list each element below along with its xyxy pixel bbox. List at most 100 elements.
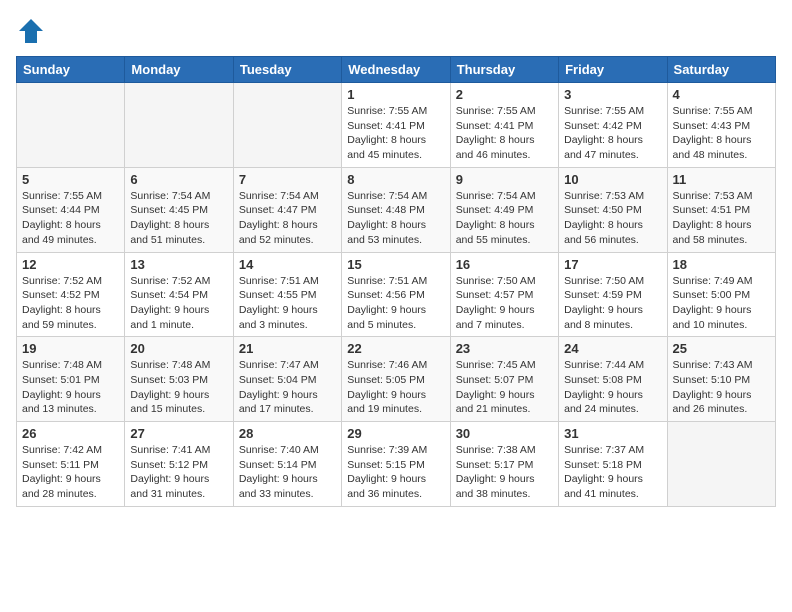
calendar-cell: 29 Sunrise: 7:39 AM Sunset: 5:15 PM Dayli… xyxy=(342,422,450,507)
day-info: Sunrise: 7:37 AM Sunset: 5:18 PM Dayligh… xyxy=(564,443,661,502)
week-row-1: 1 Sunrise: 7:55 AM Sunset: 4:41 PM Daylig… xyxy=(17,83,776,168)
day-info: Sunrise: 7:40 AM Sunset: 5:14 PM Dayligh… xyxy=(239,443,336,502)
calendar-cell: 7 Sunrise: 7:54 AM Sunset: 4:47 PM Daylig… xyxy=(233,167,341,252)
week-row-5: 26 Sunrise: 7:42 AM Sunset: 5:11 PM Dayli… xyxy=(17,422,776,507)
day-info: Sunrise: 7:43 AM Sunset: 5:10 PM Dayligh… xyxy=(673,358,770,417)
day-number: 15 xyxy=(347,257,444,272)
calendar-cell: 20 Sunrise: 7:48 AM Sunset: 5:03 PM Dayli… xyxy=(125,337,233,422)
calendar-cell: 30 Sunrise: 7:38 AM Sunset: 5:17 PM Dayli… xyxy=(450,422,558,507)
day-info: Sunrise: 7:52 AM Sunset: 4:52 PM Dayligh… xyxy=(22,274,119,333)
calendar-cell: 8 Sunrise: 7:54 AM Sunset: 4:48 PM Daylig… xyxy=(342,167,450,252)
day-number: 17 xyxy=(564,257,661,272)
week-row-2: 5 Sunrise: 7:55 AM Sunset: 4:44 PM Daylig… xyxy=(17,167,776,252)
day-info: Sunrise: 7:52 AM Sunset: 4:54 PM Dayligh… xyxy=(130,274,227,333)
day-info: Sunrise: 7:39 AM Sunset: 5:15 PM Dayligh… xyxy=(347,443,444,502)
calendar-cell: 23 Sunrise: 7:45 AM Sunset: 5:07 PM Dayli… xyxy=(450,337,558,422)
week-row-3: 12Sunrise: 7:52 AM Sunset: 4:52 PM Dayli… xyxy=(17,252,776,337)
day-info: Sunrise: 7:54 AM Sunset: 4:47 PM Dayligh… xyxy=(239,189,336,248)
calendar-cell: 13 Sunrise: 7:52 AM Sunset: 4:54 PM Dayli… xyxy=(125,252,233,337)
day-number: 7 xyxy=(239,172,336,187)
calendar-table: SundayMondayTuesdayWednesdayThursdayFrid… xyxy=(16,56,776,507)
page-header xyxy=(16,16,776,46)
calendar-cell: 17 Sunrise: 7:50 AM Sunset: 4:59 PM Dayli… xyxy=(559,252,667,337)
calendar-cell: 4 Sunrise: 7:55 AM Sunset: 4:43 PM Daylig… xyxy=(667,83,775,168)
calendar-cell: 25 Sunrise: 7:43 AM Sunset: 5:10 PM Dayli… xyxy=(667,337,775,422)
calendar-cell: 27Sunrise: 7:41 AM Sunset: 5:12 PM Dayli… xyxy=(125,422,233,507)
weekday-header-wednesday: Wednesday xyxy=(342,57,450,83)
day-info: Sunrise: 7:41 AM Sunset: 5:12 PM Dayligh… xyxy=(130,443,227,502)
day-info: Sunrise: 7:42 AM Sunset: 5:11 PM Dayligh… xyxy=(22,443,119,502)
day-info: Sunrise: 7:54 AM Sunset: 4:49 PM Dayligh… xyxy=(456,189,553,248)
calendar-cell xyxy=(17,83,125,168)
calendar-cell: 18 Sunrise: 7:49 AM Sunset: 5:00 PM Dayli… xyxy=(667,252,775,337)
calendar-cell: 26 Sunrise: 7:42 AM Sunset: 5:11 PM Dayli… xyxy=(17,422,125,507)
calendar-cell: 5 Sunrise: 7:55 AM Sunset: 4:44 PM Daylig… xyxy=(17,167,125,252)
day-info: Sunrise: 7:38 AM Sunset: 5:17 PM Dayligh… xyxy=(456,443,553,502)
calendar-cell: 16 Sunrise: 7:50 AM Sunset: 4:57 PM Dayli… xyxy=(450,252,558,337)
weekday-header-thursday: Thursday xyxy=(450,57,558,83)
calendar-cell: 10 Sunrise: 7:53 AM Sunset: 4:50 PM Dayli… xyxy=(559,167,667,252)
day-info: Sunrise: 7:55 AM Sunset: 4:41 PM Dayligh… xyxy=(347,104,444,163)
calendar-cell xyxy=(667,422,775,507)
weekday-header-sunday: Sunday xyxy=(17,57,125,83)
weekday-header-tuesday: Tuesday xyxy=(233,57,341,83)
day-number: 5 xyxy=(22,172,119,187)
calendar-cell: 19 Sunrise: 7:48 AM Sunset: 5:01 PM Dayli… xyxy=(17,337,125,422)
calendar-cell: 9 Sunrise: 7:54 AM Sunset: 4:49 PM Daylig… xyxy=(450,167,558,252)
day-number: 1 xyxy=(347,87,444,102)
day-info: Sunrise: 7:47 AM Sunset: 5:04 PM Dayligh… xyxy=(239,358,336,417)
day-info: Sunrise: 7:55 AM Sunset: 4:43 PM Dayligh… xyxy=(673,104,770,163)
day-number: 23 xyxy=(456,341,553,356)
day-number: 28 xyxy=(239,426,336,441)
day-number: 22 xyxy=(347,341,444,356)
day-info: Sunrise: 7:45 AM Sunset: 5:07 PM Dayligh… xyxy=(456,358,553,417)
calendar-cell: 28 Sunrise: 7:40 AM Sunset: 5:14 PM Dayli… xyxy=(233,422,341,507)
day-info: Sunrise: 7:50 AM Sunset: 4:57 PM Dayligh… xyxy=(456,274,553,333)
day-number: 25 xyxy=(673,341,770,356)
calendar-cell: 21 Sunrise: 7:47 AM Sunset: 5:04 PM Dayli… xyxy=(233,337,341,422)
day-info: Sunrise: 7:55 AM Sunset: 4:41 PM Dayligh… xyxy=(456,104,553,163)
weekday-header-row: SundayMondayTuesdayWednesdayThursdayFrid… xyxy=(17,57,776,83)
day-info: Sunrise: 7:48 AM Sunset: 5:03 PM Dayligh… xyxy=(130,358,227,417)
weekday-header-friday: Friday xyxy=(559,57,667,83)
day-info: Sunrise: 7:46 AM Sunset: 5:05 PM Dayligh… xyxy=(347,358,444,417)
calendar-cell: 22 Sunrise: 7:46 AM Sunset: 5:05 PM Dayli… xyxy=(342,337,450,422)
day-number: 21 xyxy=(239,341,336,356)
day-info: Sunrise: 7:48 AM Sunset: 5:01 PM Dayligh… xyxy=(22,358,119,417)
calendar-cell: 14Sunrise: 7:51 AM Sunset: 4:55 PM Dayli… xyxy=(233,252,341,337)
day-number: 30 xyxy=(456,426,553,441)
calendar-cell: 3Sunrise: 7:55 AM Sunset: 4:42 PM Daylig… xyxy=(559,83,667,168)
day-number: 6 xyxy=(130,172,227,187)
calendar-cell: 11Sunrise: 7:53 AM Sunset: 4:51 PM Dayli… xyxy=(667,167,775,252)
day-number: 20 xyxy=(130,341,227,356)
week-row-4: 19 Sunrise: 7:48 AM Sunset: 5:01 PM Dayli… xyxy=(17,337,776,422)
day-number: 19 xyxy=(22,341,119,356)
calendar-cell: 12Sunrise: 7:52 AM Sunset: 4:52 PM Dayli… xyxy=(17,252,125,337)
day-number: 10 xyxy=(564,172,661,187)
day-info: Sunrise: 7:55 AM Sunset: 4:44 PM Dayligh… xyxy=(22,189,119,248)
day-number: 29 xyxy=(347,426,444,441)
day-number: 8 xyxy=(347,172,444,187)
calendar-cell: 31Sunrise: 7:37 AM Sunset: 5:18 PM Dayli… xyxy=(559,422,667,507)
day-number: 4 xyxy=(673,87,770,102)
day-number: 26 xyxy=(22,426,119,441)
day-info: Sunrise: 7:50 AM Sunset: 4:59 PM Dayligh… xyxy=(564,274,661,333)
day-number: 16 xyxy=(456,257,553,272)
day-info: Sunrise: 7:51 AM Sunset: 4:56 PM Dayligh… xyxy=(347,274,444,333)
calendar-cell: 15 Sunrise: 7:51 AM Sunset: 4:56 PM Dayli… xyxy=(342,252,450,337)
day-number: 9 xyxy=(456,172,553,187)
day-info: Sunrise: 7:54 AM Sunset: 4:48 PM Dayligh… xyxy=(347,189,444,248)
day-info: Sunrise: 7:55 AM Sunset: 4:42 PM Dayligh… xyxy=(564,104,661,163)
calendar-cell xyxy=(233,83,341,168)
day-number: 11 xyxy=(673,172,770,187)
day-info: Sunrise: 7:53 AM Sunset: 4:50 PM Dayligh… xyxy=(564,189,661,248)
day-info: Sunrise: 7:44 AM Sunset: 5:08 PM Dayligh… xyxy=(564,358,661,417)
day-number: 13 xyxy=(130,257,227,272)
day-number: 18 xyxy=(673,257,770,272)
calendar-cell xyxy=(125,83,233,168)
calendar-cell: 1 Sunrise: 7:55 AM Sunset: 4:41 PM Daylig… xyxy=(342,83,450,168)
calendar-cell: 24Sunrise: 7:44 AM Sunset: 5:08 PM Dayli… xyxy=(559,337,667,422)
day-info: Sunrise: 7:49 AM Sunset: 5:00 PM Dayligh… xyxy=(673,274,770,333)
logo-icon xyxy=(16,16,46,46)
logo xyxy=(16,16,50,46)
